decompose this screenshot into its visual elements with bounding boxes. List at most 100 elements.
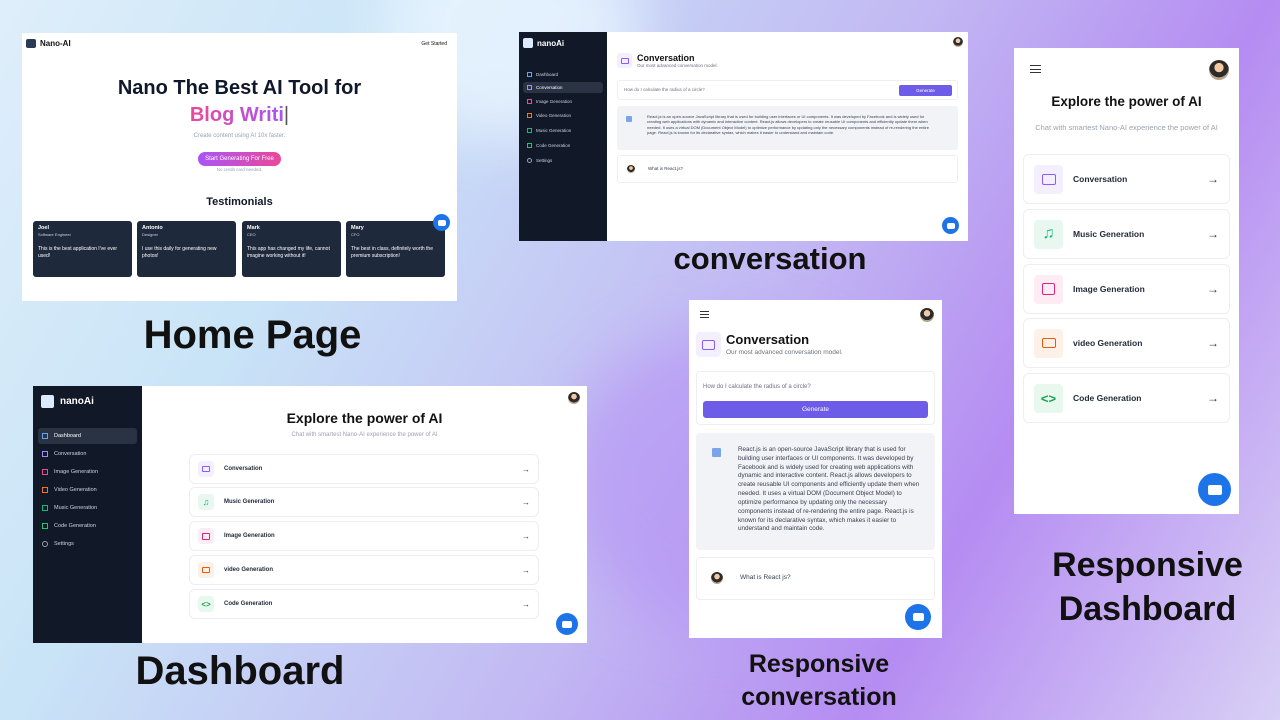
prompt-form: How do I calculate the radius of a circl… <box>617 80 958 100</box>
gear-icon <box>42 541 48 547</box>
no-credit-note: No credit card needed. <box>216 167 263 172</box>
user-avatar[interactable] <box>1209 60 1229 80</box>
prompt-input[interactable]: How do I calculate the radius of a circl… <box>703 384 811 390</box>
typing-cursor: | <box>283 104 290 126</box>
dashboard-screenshot: nanoAi Dashboard Conversation Image Gene… <box>33 386 587 643</box>
image-icon <box>1034 274 1063 304</box>
chat-support-button[interactable] <box>433 214 450 231</box>
testimonial-card: Mark CEO This app has changed my life, c… <box>242 221 341 277</box>
user-avatar[interactable] <box>568 392 580 404</box>
message-square-icon <box>617 53 632 68</box>
generate-button[interactable]: Generate <box>703 401 928 418</box>
caption-dashboard: Dashboard <box>135 649 345 693</box>
arrow-right-icon: → <box>522 565 530 575</box>
chat-support-button[interactable] <box>1198 473 1231 506</box>
caption-responsive-conversation: Responsive conversation <box>741 650 897 711</box>
robot-logo-icon <box>41 395 54 408</box>
message-square-icon <box>198 461 214 477</box>
tool-card-music-generation[interactable]: ♫ Music Generation → <box>189 487 539 517</box>
sidebar-item-video-generation[interactable]: Video Generation <box>38 482 137 498</box>
video-icon <box>198 562 214 578</box>
testimonial-card: Antonio Designer I use this daily for ge… <box>137 221 236 277</box>
tool-card-music-generation[interactable]: ♫ Music Generation → <box>1023 209 1230 259</box>
layout-icon <box>42 433 48 439</box>
sidebar-item-settings[interactable]: Settings <box>38 536 137 552</box>
tool-card-video-generation[interactable]: video Generation → <box>1023 318 1230 368</box>
video-icon <box>527 113 532 118</box>
tool-card-code-generation[interactable]: <> Code Generation → <box>1023 373 1230 423</box>
prompt-input[interactable]: How do I calculate the radius of a circl… <box>624 87 705 92</box>
code-icon <box>42 523 48 529</box>
tool-card-conversation[interactable]: Conversation → <box>1023 154 1230 204</box>
sidebar-item-dashboard[interactable]: Dashboard <box>38 428 137 444</box>
hamburger-menu-icon[interactable] <box>700 311 709 318</box>
sidebar-item-dashboard[interactable]: Dashboard <box>523 69 603 80</box>
tool-card-image-generation[interactable]: Image Generation → <box>189 521 539 551</box>
start-generating-button[interactable]: Start Generating For Free <box>198 152 281 166</box>
home-page-screenshot: Nano-AI Get Started Nano The Best AI Too… <box>22 33 457 301</box>
sidebar-item-conversation[interactable]: Conversation <box>523 82 603 93</box>
message-square-icon <box>1034 164 1063 194</box>
user-avatar[interactable] <box>953 37 963 47</box>
sidebar-item-conversation[interactable]: Conversation <box>38 446 137 462</box>
page-title: Conversation <box>637 53 695 63</box>
responsive-conversation-screenshot: Conversation Our most advanced conversat… <box>689 300 942 638</box>
generate-button[interactable]: Generate <box>899 85 952 96</box>
get-started-link[interactable]: Get Started <box>421 41 447 47</box>
sidebar-item-video-generation[interactable]: Video Generation <box>523 110 603 121</box>
sidebar-item-image-generation[interactable]: Image Generation <box>38 464 137 480</box>
user-avatar <box>627 165 635 173</box>
tool-card-conversation[interactable]: Conversation → <box>189 454 539 484</box>
caption-home-page: Home Page <box>143 313 362 357</box>
chat-support-button[interactable] <box>942 217 959 234</box>
hero-typed-text: Blog Writi <box>189 104 284 126</box>
hero-subtitle: Create content using AI 10x faster. <box>193 133 286 139</box>
arrow-right-icon: → <box>1207 282 1219 296</box>
user-avatar <box>711 572 723 584</box>
user-message: What is React js? <box>696 557 935 600</box>
chat-bubble-icon <box>1207 484 1222 495</box>
message-square-icon <box>527 85 532 90</box>
chat-support-button[interactable] <box>905 604 931 630</box>
page-subtitle: Our most advanced conversation model. <box>637 63 718 68</box>
brand-name: nanoAi <box>60 396 94 407</box>
chat-bubble-icon <box>946 222 955 229</box>
testimonials-title: Testimonials <box>206 196 273 208</box>
sidebar-item-settings[interactable]: Settings <box>523 155 603 166</box>
hero-title: Nano The Best AI Tool for <box>117 77 362 99</box>
page-subtitle: Our most advanced conversation model. <box>726 349 843 356</box>
dashboard-title: Explore the power of AI <box>1051 94 1202 109</box>
chat-bubble-icon <box>562 620 572 628</box>
sidebar-item-music-generation[interactable]: Music Generation <box>523 125 603 136</box>
gear-icon <box>527 158 532 163</box>
sidebar-item-code-generation[interactable]: Code Generation <box>38 518 137 534</box>
home-logo[interactable]: Nano-AI <box>26 39 71 48</box>
sidebar-item-music-generation[interactable]: Music Generation <box>38 500 137 516</box>
arrow-right-icon: → <box>522 599 530 609</box>
tool-card-image-generation[interactable]: Image Generation → <box>1023 264 1230 314</box>
bot-avatar-icon <box>712 448 721 457</box>
chat-support-button[interactable] <box>556 613 578 635</box>
responsive-dashboard-screenshot: Explore the power of AI Chat with smarte… <box>1014 48 1239 514</box>
sidebar-item-image-generation[interactable]: Image Generation <box>523 96 603 107</box>
page-title: Conversation <box>726 332 810 347</box>
user-avatar[interactable] <box>920 308 934 322</box>
code-icon <box>527 143 532 148</box>
hamburger-menu-icon[interactable] <box>1030 65 1041 73</box>
sidebar: nanoAi Dashboard Conversation Image Gene… <box>33 386 142 643</box>
tool-card-code-generation[interactable]: <> Code Generation → <box>189 589 539 619</box>
chat-bubble-icon <box>912 613 924 621</box>
brand-name: nanoAi <box>537 38 565 48</box>
arrow-right-icon: → <box>522 497 530 507</box>
chat-bubble-icon <box>437 219 446 226</box>
arrow-right-icon: → <box>1207 172 1219 186</box>
bot-message: React.js is an open-source JavaScript li… <box>696 433 935 550</box>
robot-logo-icon <box>26 39 36 48</box>
tool-card-video-generation[interactable]: video Generation → <box>189 555 539 585</box>
video-icon <box>1034 328 1063 358</box>
image-icon <box>42 469 48 475</box>
arrow-right-icon: → <box>1207 336 1219 350</box>
sidebar-item-code-generation[interactable]: Code Generation <box>523 140 603 151</box>
caption-responsive-dashboard: Responsive Dashboard <box>1052 546 1243 629</box>
music-icon <box>42 505 48 511</box>
